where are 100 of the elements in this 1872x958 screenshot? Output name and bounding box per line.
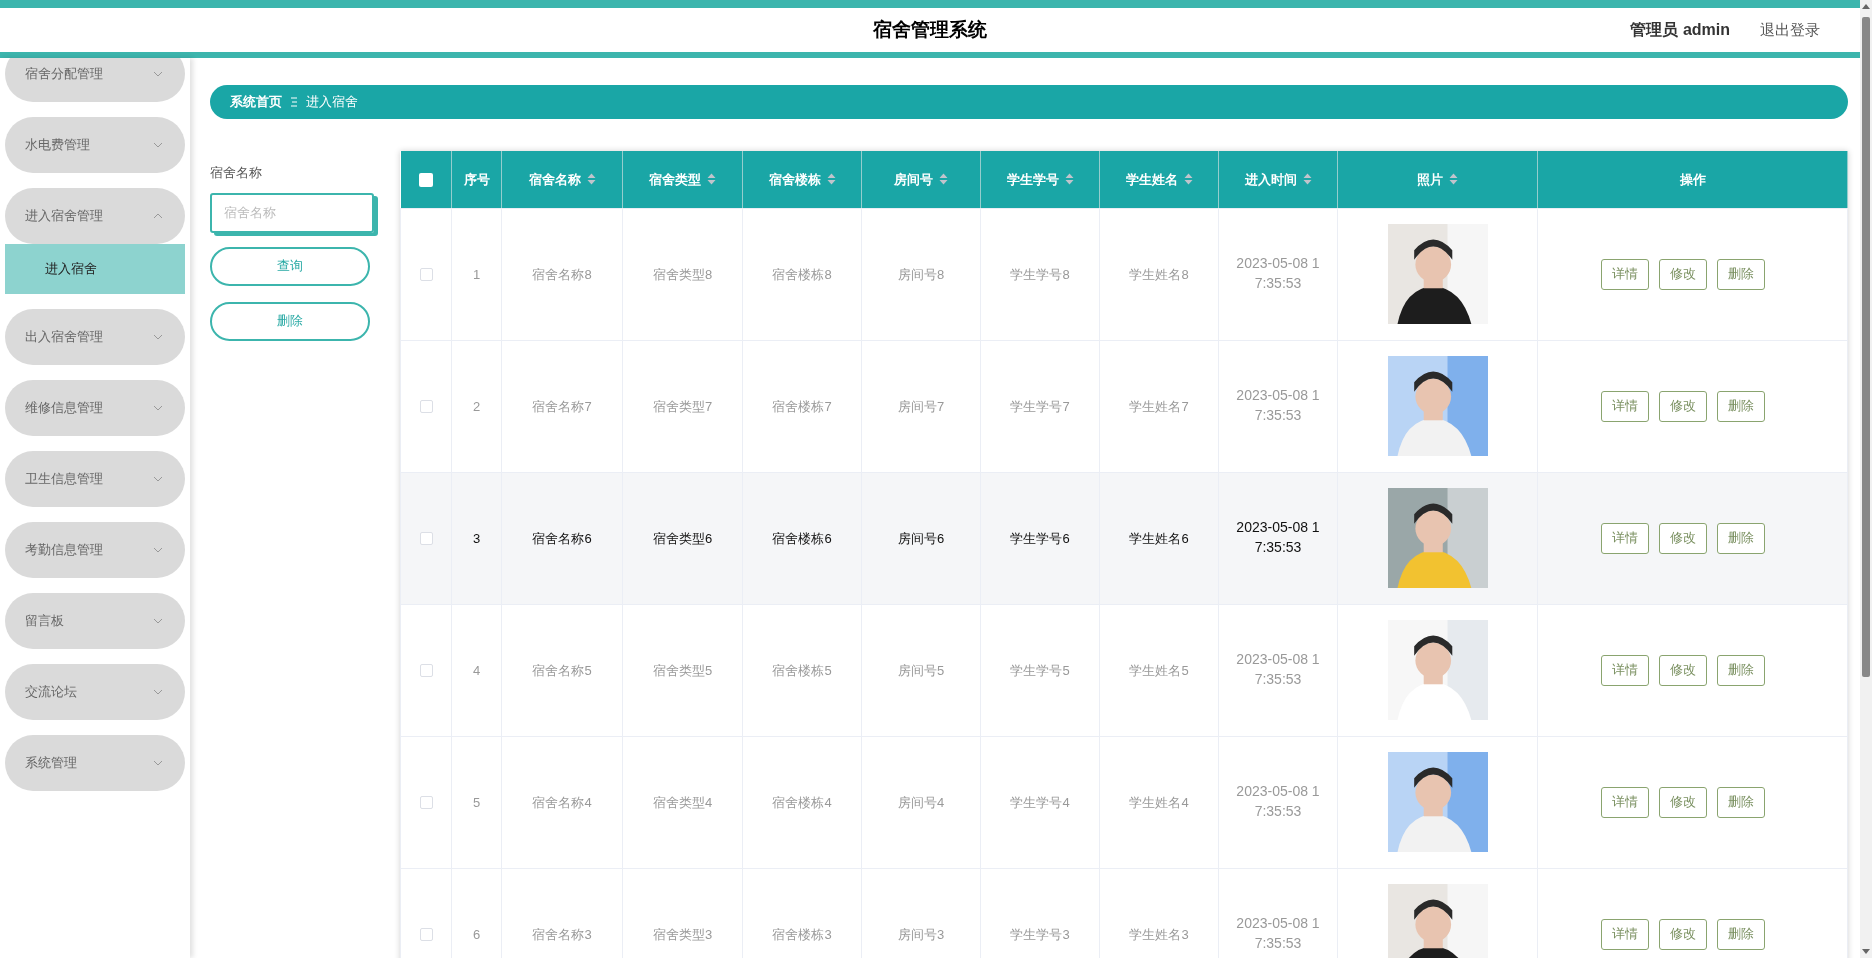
table-cell-text: 学生学号8 bbox=[1010, 266, 1070, 284]
sort-icon[interactable] bbox=[1183, 173, 1193, 186]
chevron-down-icon bbox=[153, 547, 163, 553]
table-cell-text: 宿舍类型7 bbox=[652, 398, 713, 416]
sidebar-item[interactable]: 出入宿舍管理 bbox=[5, 309, 185, 365]
sidebar-item[interactable]: 进入宿舍管理 bbox=[5, 188, 185, 244]
table-cell-text: 学生学号6 bbox=[1010, 530, 1070, 548]
row-action-button[interactable]: 详情 bbox=[1600, 918, 1649, 950]
table-cell-text: 学生姓名5 bbox=[1129, 662, 1189, 680]
logout-link[interactable]: 退出登录 bbox=[1760, 18, 1820, 42]
row-checkbox[interactable] bbox=[419, 928, 433, 942]
table-cell-text: 2023-05-08 17:35:53 bbox=[1235, 386, 1321, 425]
column-sort-header[interactable]: 照片 bbox=[1417, 169, 1443, 189]
row-action-button[interactable]: 详情 bbox=[1600, 786, 1649, 818]
row-action-button[interactable]: 详情 bbox=[1600, 390, 1649, 422]
sidebar-item[interactable]: 卫生信息管理 bbox=[5, 451, 185, 507]
table-cell-text: 学生学号4 bbox=[1010, 794, 1070, 812]
row-action-button[interactable]: 修改 bbox=[1658, 258, 1707, 290]
column-header: 序号 bbox=[463, 170, 490, 189]
sort-icon[interactable] bbox=[826, 173, 836, 186]
sidebar-item[interactable]: 考勤信息管理 bbox=[5, 522, 185, 578]
sort-icon[interactable] bbox=[1064, 173, 1074, 186]
scrollbar-thumb[interactable] bbox=[1862, 17, 1870, 677]
scroll-up-icon[interactable] bbox=[1862, 3, 1870, 11]
row-action-button[interactable]: 修改 bbox=[1658, 918, 1707, 950]
sidebar-item[interactable]: 宿舍分配管理 bbox=[5, 58, 185, 102]
row-action-button[interactable]: 删除 bbox=[1716, 654, 1765, 686]
chevron-down-icon bbox=[153, 618, 163, 624]
row-checkbox[interactable] bbox=[419, 796, 433, 810]
row-action-button[interactable]: 修改 bbox=[1658, 390, 1707, 422]
row-action-button[interactable]: 详情 bbox=[1600, 522, 1649, 554]
sort-icon[interactable] bbox=[586, 173, 596, 186]
separator-icon bbox=[290, 97, 298, 107]
row-action-button[interactable]: 删除 bbox=[1716, 390, 1765, 422]
table-cell-text: 宿舍楼栋8 bbox=[772, 266, 832, 284]
sidebar-item[interactable]: 交流论坛 bbox=[5, 664, 185, 720]
table-cell-text: 房间号3 bbox=[897, 926, 945, 944]
sort-icon[interactable] bbox=[939, 173, 948, 186]
table-cell-text: 宿舍类型8 bbox=[652, 266, 713, 284]
table-cell-text: 宿舍名称3 bbox=[532, 926, 592, 944]
row-action-button[interactable]: 删除 bbox=[1716, 786, 1765, 818]
table-cell-text: 2023-05-08 17:35:53 bbox=[1235, 650, 1321, 689]
row-action-button[interactable]: 修改 bbox=[1658, 786, 1707, 818]
submenu-item[interactable]: 进入宿舍 bbox=[5, 244, 185, 294]
column-header: 操作 bbox=[1679, 170, 1706, 189]
table-cell-text: 宿舍名称5 bbox=[532, 662, 592, 680]
table-cell-text: 学生学号5 bbox=[1010, 662, 1070, 680]
sort-icon[interactable] bbox=[707, 173, 716, 186]
sort-icon[interactable] bbox=[1302, 173, 1312, 186]
table-cell-text: 房间号8 bbox=[897, 266, 945, 284]
breadcrumb-current: 进入宿舍 bbox=[306, 93, 358, 112]
table-cell-text: 6 bbox=[472, 926, 481, 944]
table-cell-text: 2023-05-08 17:35:53 bbox=[1235, 254, 1321, 293]
column-sort-header[interactable]: 宿舍楼栋 bbox=[768, 169, 821, 189]
chevron-down-icon bbox=[153, 760, 163, 766]
row-action-button[interactable]: 删除 bbox=[1716, 918, 1765, 950]
row-action-button[interactable]: 删除 bbox=[1716, 258, 1765, 290]
row-action-button[interactable]: 删除 bbox=[1716, 522, 1765, 554]
chevron-down-icon bbox=[153, 142, 163, 148]
sidebar-item[interactable]: 留言板 bbox=[5, 593, 185, 649]
column-sort-header[interactable]: 宿舍名称 bbox=[528, 169, 581, 189]
app-title: 宿舍管理系统 bbox=[873, 17, 987, 42]
breadcrumb-link[interactable]: 系统首页 bbox=[230, 92, 282, 112]
sidebar-item[interactable]: 系统管理 bbox=[5, 735, 185, 791]
sidebar-item[interactable]: 维修信息管理 bbox=[5, 380, 185, 436]
scrollbar[interactable] bbox=[1860, 0, 1872, 958]
chevron-up-icon bbox=[153, 213, 163, 219]
table-cell-text: 宿舍名称7 bbox=[532, 398, 592, 416]
table-cell-text: 房间号6 bbox=[897, 530, 945, 548]
chevron-down-icon bbox=[153, 71, 163, 77]
field-label: 宿舍名称 bbox=[210, 164, 263, 182]
column-sort-header[interactable]: 学生学号 bbox=[1006, 169, 1059, 189]
table-cell-text: 房间号5 bbox=[897, 662, 945, 680]
table-cell-text: 学生姓名8 bbox=[1129, 266, 1189, 284]
delete-button[interactable]: 删除 bbox=[210, 301, 370, 341]
table-cell-text: 宿舍名称8 bbox=[532, 266, 592, 284]
column-sort-header[interactable]: 房间号 bbox=[894, 169, 933, 189]
row-action-button[interactable]: 修改 bbox=[1658, 522, 1707, 554]
row-action-button[interactable]: 修改 bbox=[1658, 654, 1707, 686]
table-cell-text: 2023-05-08 17:35:53 bbox=[1235, 782, 1321, 821]
table-cell-text: 2 bbox=[472, 398, 481, 416]
table-cell-text: 学生姓名3 bbox=[1129, 926, 1189, 944]
admin-user-label: 管理员 admin bbox=[1630, 20, 1730, 40]
row-checkbox[interactable] bbox=[419, 532, 433, 546]
query-button[interactable]: 查询 bbox=[210, 246, 370, 286]
row-checkbox[interactable] bbox=[419, 664, 433, 678]
scroll-down-icon[interactable] bbox=[1862, 947, 1870, 955]
table-cell-text: 宿舍类型6 bbox=[652, 530, 713, 548]
sidebar-item[interactable]: 水电费管理 bbox=[5, 117, 185, 173]
row-action-button[interactable]: 详情 bbox=[1600, 258, 1649, 290]
table-cell-text: 宿舍楼栋3 bbox=[772, 926, 832, 944]
table-cell-text: 宿舍类型4 bbox=[652, 794, 713, 812]
column-sort-header[interactable]: 进入时间 bbox=[1244, 169, 1297, 189]
row-action-button[interactable]: 详情 bbox=[1600, 654, 1649, 686]
row-checkbox[interactable] bbox=[419, 400, 433, 414]
select-all-checkbox[interactable] bbox=[418, 173, 433, 187]
column-sort-header[interactable]: 宿舍类型 bbox=[649, 169, 701, 189]
row-checkbox[interactable] bbox=[419, 268, 433, 282]
sort-icon[interactable] bbox=[1449, 173, 1458, 186]
column-sort-header[interactable]: 学生姓名 bbox=[1125, 169, 1178, 189]
